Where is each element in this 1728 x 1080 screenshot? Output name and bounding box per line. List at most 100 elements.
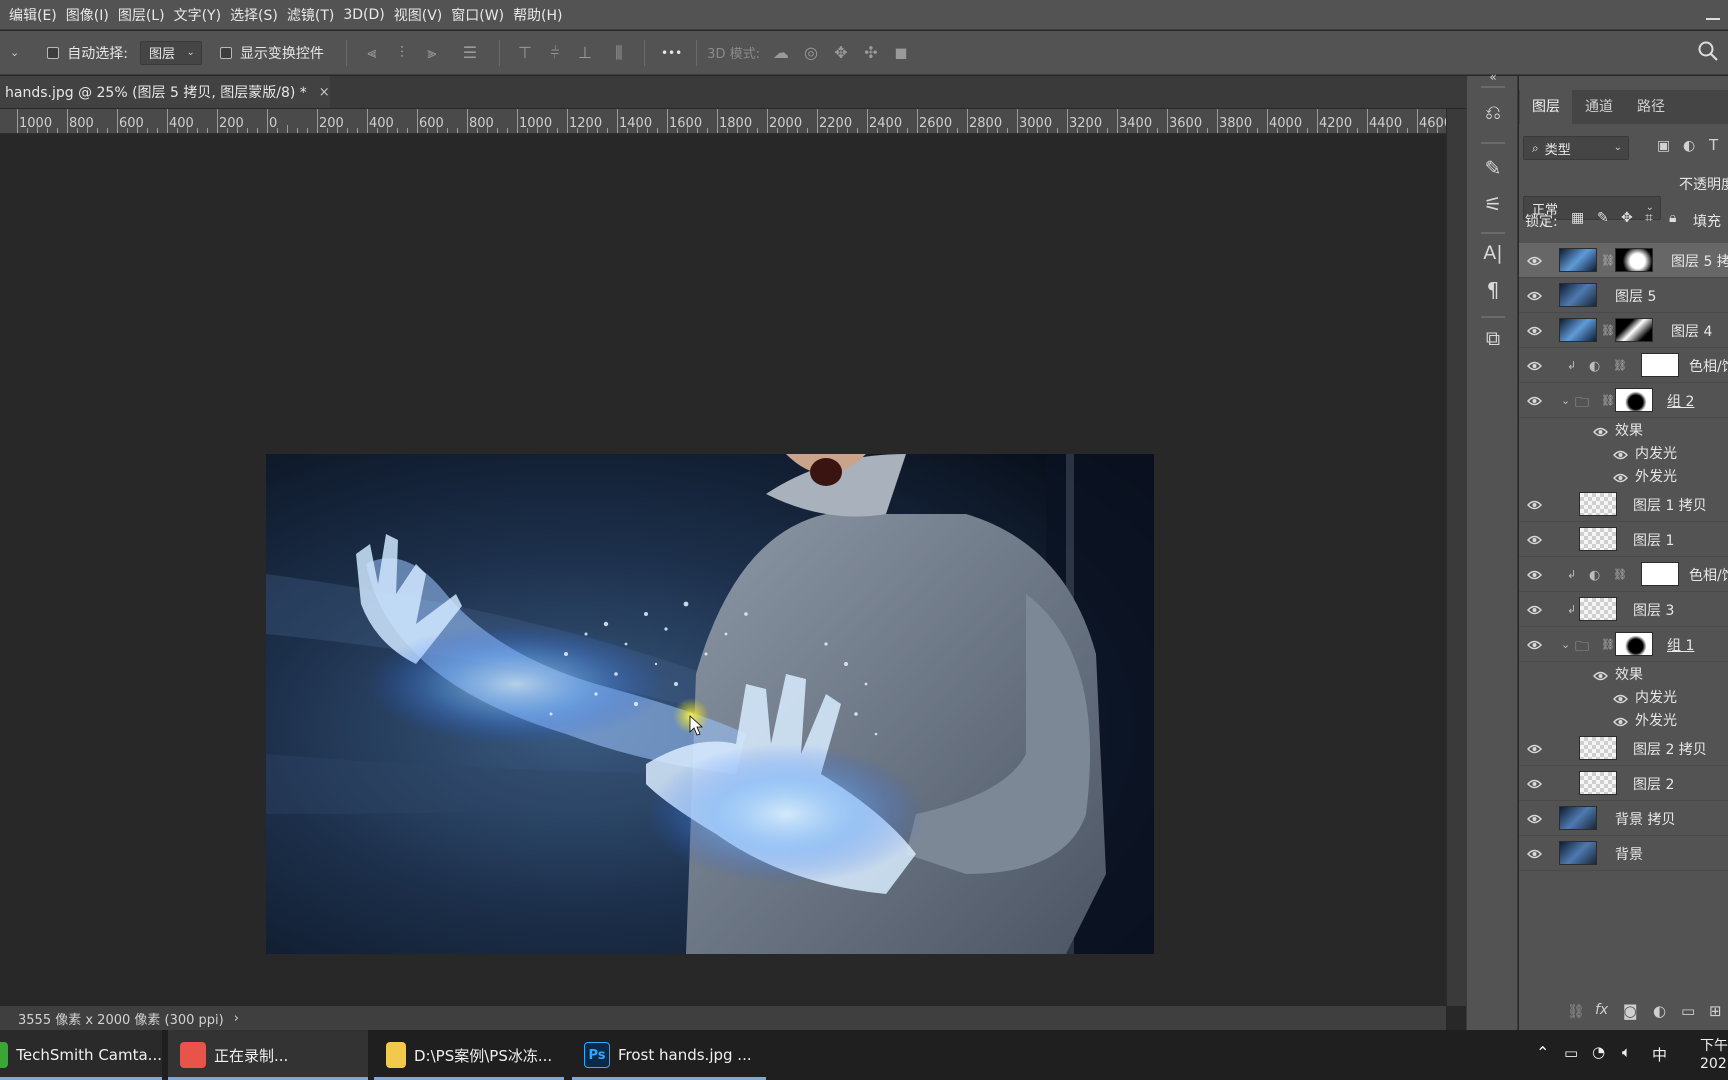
- layer-row[interactable]: 图层 1: [1519, 522, 1728, 557]
- close-icon[interactable]: ×: [319, 85, 330, 100]
- visibility-eye-icon[interactable]: [1527, 394, 1542, 406]
- 3d-orbit-icon[interactable]: ☁: [766, 43, 796, 62]
- taskbar-recording[interactable]: 正在录制...: [168, 1030, 368, 1080]
- wifi-icon[interactable]: ◔: [1592, 1043, 1605, 1061]
- lock-position-icon[interactable]: ✥: [1621, 210, 1633, 226]
- layer-row[interactable]: 背景 拷贝: [1519, 801, 1728, 836]
- menu-select[interactable]: 选择(S): [221, 5, 278, 25]
- layer-row[interactable]: 背景: [1519, 836, 1728, 871]
- chevron-down-icon[interactable]: ⌄: [1561, 394, 1570, 407]
- layer-effect-row[interactable]: 外发光: [1519, 708, 1728, 731]
- minimize-button[interactable]: [1706, 6, 1720, 20]
- layer-row[interactable]: ⛓ 图层 5 拷贝: [1519, 243, 1728, 278]
- clock-date[interactable]: 2021/: [1700, 1056, 1728, 1072]
- taskbar-photoshop[interactable]: Ps Frost hands.jpg ...: [572, 1030, 766, 1080]
- visibility-eye-icon[interactable]: [1527, 359, 1542, 371]
- align-center-h-icon[interactable]: ⫶: [387, 43, 417, 63]
- tab-channels[interactable]: 通道: [1573, 90, 1625, 124]
- canvas-area[interactable]: [0, 134, 1446, 1006]
- clock-time[interactable]: 下午: [1700, 1035, 1728, 1055]
- visibility-eye-icon[interactable]: [1613, 692, 1628, 704]
- layer-effect-row[interactable]: 内发光: [1519, 685, 1728, 708]
- auto-select-dropdown[interactable]: 图层 ⌄: [139, 40, 202, 65]
- layer-filter-dropdown[interactable]: ⌕ 类型 ⌄: [1523, 136, 1629, 160]
- link-chain-icon[interactable]: ⛓: [1613, 359, 1627, 372]
- link-chain-icon[interactable]: ⛓: [1601, 638, 1615, 651]
- new-group-icon[interactable]: ▭: [1681, 1002, 1695, 1020]
- menu-layer[interactable]: 图层(L): [109, 5, 165, 25]
- 3d-scale-icon[interactable]: ◼: [886, 43, 916, 62]
- visibility-eye-icon[interactable]: [1527, 324, 1542, 336]
- visibility-eye-icon[interactable]: [1527, 777, 1542, 789]
- show-transform-checkbox[interactable]: [219, 46, 232, 59]
- visibility-eye-icon[interactable]: [1527, 847, 1542, 859]
- tab-paths[interactable]: 路径: [1625, 90, 1677, 124]
- menu-view[interactable]: 视图(V): [385, 5, 443, 25]
- horizontal-ruler[interactable]: 1000 800 600 400 200 0 200 400 600 800 1000 1200 140…: [0, 109, 1446, 134]
- visibility-eye-icon[interactable]: [1527, 254, 1542, 266]
- network-icon[interactable]: ▭: [1564, 1044, 1578, 1062]
- ime-indicator[interactable]: 中: [1652, 1044, 1667, 1065]
- new-layer-icon[interactable]: ⊞: [1709, 1002, 1722, 1020]
- tool-preset-chevron-icon[interactable]: ⌄: [10, 46, 19, 59]
- tray-chevron-up-icon[interactable]: ⌃: [1536, 1043, 1549, 1062]
- taskbar-explorer[interactable]: D:\PS案例\PS冰冻...: [374, 1030, 564, 1080]
- more-options-icon[interactable]: •••: [661, 46, 682, 60]
- visibility-eye-icon[interactable]: [1593, 669, 1608, 681]
- align-bottom-icon[interactable]: ⊥: [570, 43, 600, 62]
- visibility-eye-icon[interactable]: [1593, 425, 1608, 437]
- visibility-eye-icon[interactable]: [1527, 498, 1542, 510]
- layer-effect-row[interactable]: 外发光: [1519, 464, 1728, 487]
- tab-layers[interactable]: 图层: [1519, 90, 1573, 124]
- menu-edit[interactable]: 编辑(E): [0, 5, 57, 25]
- adjustments-icon[interactable]: ⚟: [1467, 192, 1519, 216]
- new-adjustment-icon[interactable]: ◐: [1653, 1002, 1666, 1020]
- link-layers-icon[interactable]: ⛓: [1567, 1004, 1585, 1020]
- document-image[interactable]: [266, 454, 1154, 954]
- taskbar-camtasia[interactable]: TechSmith Camta...: [0, 1030, 162, 1080]
- visibility-eye-icon[interactable]: [1527, 289, 1542, 301]
- link-chain-icon[interactable]: ⛓: [1613, 568, 1627, 581]
- align-top-icon[interactable]: ⊤: [510, 43, 540, 62]
- search-icon[interactable]: [1696, 39, 1720, 63]
- visibility-eye-icon[interactable]: [1527, 638, 1542, 650]
- lock-paint-icon[interactable]: ✎: [1597, 210, 1609, 226]
- auto-select-checkbox[interactable]: [47, 46, 60, 59]
- layer-style-fx-icon[interactable]: fx: [1595, 1002, 1608, 1018]
- 3d-slide-icon[interactable]: ✣: [856, 43, 886, 62]
- visibility-eye-icon[interactable]: [1613, 715, 1628, 727]
- layer-row[interactable]: 图层 2: [1519, 766, 1728, 801]
- menu-image[interactable]: 图像(I): [57, 5, 109, 25]
- distribute-v-icon[interactable]: ⫼: [604, 43, 634, 63]
- paragraph-icon[interactable]: ¶: [1467, 278, 1519, 302]
- distribute-h-icon[interactable]: ☰: [455, 43, 485, 62]
- visibility-eye-icon[interactable]: [1527, 742, 1542, 754]
- status-expand-arrow[interactable]: ›: [234, 1011, 239, 1026]
- layer-row[interactable]: ⛓ 图层 4: [1519, 313, 1728, 348]
- brush-settings-icon[interactable]: ✎: [1467, 156, 1519, 180]
- link-chain-icon[interactable]: ⛓: [1601, 324, 1615, 337]
- filter-pixel-icon[interactable]: ▣: [1657, 138, 1670, 154]
- document-tab[interactable]: hands.jpg @ 25% (图层 5 拷贝, 图层蒙版/8) * ×: [0, 76, 330, 108]
- chevron-down-icon[interactable]: ⌄: [1561, 638, 1570, 651]
- volume-icon[interactable]: 🔈︎: [1622, 1043, 1631, 1061]
- link-chain-icon[interactable]: ⛓: [1601, 254, 1615, 267]
- layer-effect-row[interactable]: 效果: [1519, 418, 1728, 441]
- menu-type[interactable]: 文字(Y): [165, 5, 221, 25]
- filter-type-icon[interactable]: T: [1709, 136, 1718, 154]
- menu-window[interactable]: 窗口(W): [442, 5, 504, 25]
- layer-row[interactable]: 图层 2 拷贝: [1519, 731, 1728, 766]
- visibility-eye-icon[interactable]: [1613, 471, 1628, 483]
- menu-3d[interactable]: 3D(D): [334, 7, 384, 23]
- layer-row[interactable]: 图层 5: [1519, 278, 1728, 313]
- layer-row[interactable]: ↲ ◐ ⛓ 色相/饱和度 2: [1519, 348, 1728, 383]
- 3d-pan-icon[interactable]: ✥: [826, 43, 856, 62]
- layer-row[interactable]: ⌄ 🗀︎ ⛓ 组 1: [1519, 627, 1728, 662]
- history-icon[interactable]: ⎌: [1467, 100, 1519, 124]
- visibility-eye-icon[interactable]: [1613, 448, 1628, 460]
- lock-all-icon[interactable]: 🔒︎: [1669, 210, 1676, 226]
- visibility-eye-icon[interactable]: [1527, 568, 1542, 580]
- visibility-eye-icon[interactable]: [1527, 603, 1542, 615]
- vertical-scrollbar[interactable]: [1446, 109, 1466, 1006]
- align-middle-v-icon[interactable]: ⫩: [540, 43, 570, 63]
